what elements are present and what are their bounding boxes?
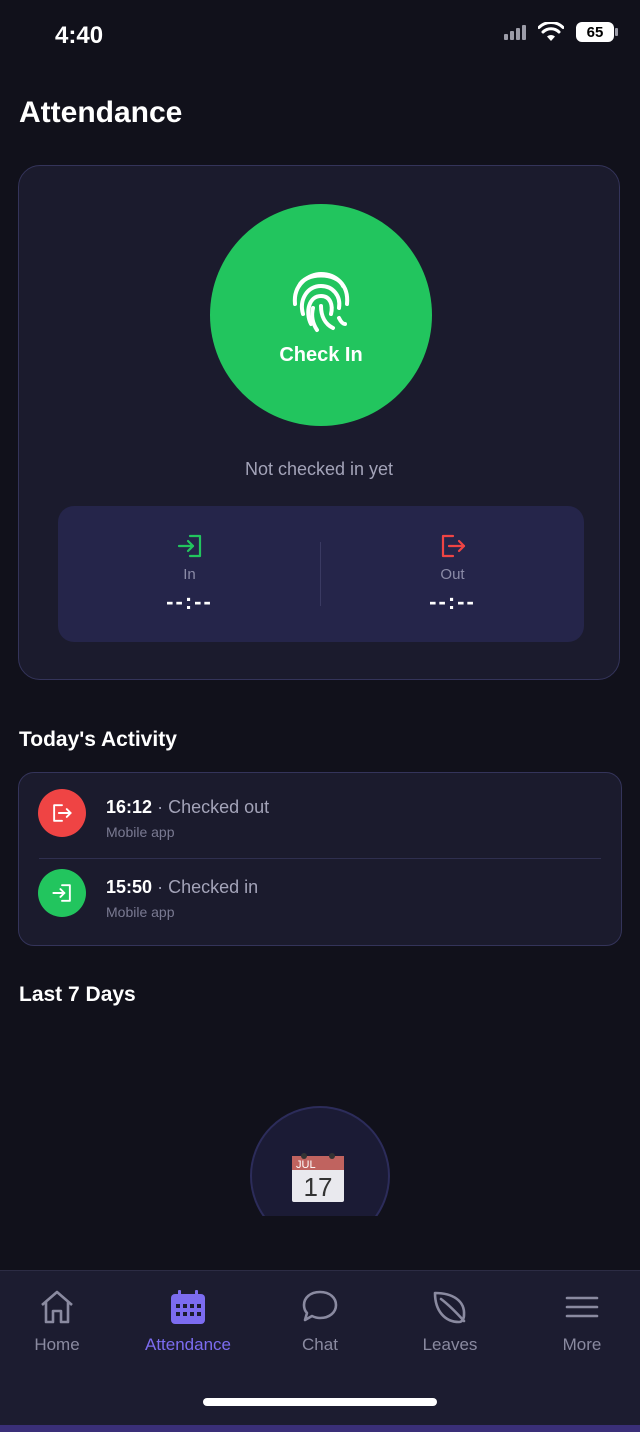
activity-source: Mobile app <box>106 824 175 840</box>
leaf-icon <box>433 1291 466 1324</box>
activity-separator: · <box>157 797 164 817</box>
logout-icon <box>38 789 86 837</box>
tab-home[interactable]: Home <box>0 1289 121 1355</box>
check-in-time-value: --:-- <box>166 589 213 614</box>
tab-chat[interactable]: Chat <box>256 1289 384 1355</box>
tab-attendance[interactable]: Attendance <box>124 1289 252 1355</box>
check-in-button[interactable]: Check In <box>210 204 432 426</box>
tab-more[interactable]: More <box>518 1289 640 1355</box>
activity-time: 15:50 <box>106 877 153 897</box>
home-indicator[interactable] <box>203 1398 437 1406</box>
app-screen: 4:40 65 Attendance Check In Not checked … <box>0 0 640 1432</box>
tab-chat-label: Chat <box>302 1335 338 1354</box>
activity-card: 16:12 · Checked out Mobile app 15:50 · C… <box>18 772 622 946</box>
signal-icon <box>504 24 526 40</box>
tab-more-label: More <box>562 1335 602 1354</box>
fingerprint-icon <box>292 271 350 332</box>
status-icons: 65 <box>504 22 618 42</box>
tab-leaves[interactable]: Leaves <box>386 1289 514 1355</box>
check-times-panel: In --:-- Out --:-- <box>58 506 584 642</box>
activity-text: 16:12 · Checked out <box>106 797 269 818</box>
loading-indicator: JUL 17 <box>250 1106 390 1216</box>
page-title: Attendance <box>19 96 183 129</box>
calendar-day: 17 <box>304 1172 333 1202</box>
activity-row: 16:12 · Checked out Mobile app <box>19 773 621 853</box>
check-out-time: Out --:-- <box>321 534 584 615</box>
wifi-icon <box>538 22 564 41</box>
activity-status: Checked in <box>168 877 259 897</box>
last-7-days-title: Last 7 Days <box>19 983 136 1006</box>
logout-icon <box>441 534 465 558</box>
activity-section-title: Today's Activity <box>19 728 177 751</box>
activity-separator: · <box>157 877 164 897</box>
calendar-month: JUL <box>296 1159 316 1171</box>
check-in-time: In --:-- <box>58 534 321 615</box>
activity-time: 16:12 <box>106 797 153 817</box>
check-in-time-label: In <box>183 566 196 583</box>
home-icon <box>41 1290 73 1324</box>
tab-home-label: Home <box>34 1335 80 1354</box>
tab-attendance-label: Attendance <box>144 1335 231 1354</box>
tab-leaves-label: Leaves <box>422 1335 478 1354</box>
check-out-time-label: Out <box>440 566 465 583</box>
activity-row: 15:50 · Checked in Mobile app <box>19 853 621 933</box>
login-icon <box>177 534 201 558</box>
checkin-status-text: Not checked in yet <box>244 459 394 479</box>
activity-source: Mobile app <box>106 904 175 920</box>
menu-icon <box>565 1296 599 1318</box>
login-icon <box>38 869 86 917</box>
activity-text: 15:50 · Checked in <box>106 877 258 898</box>
chat-bubble-icon <box>302 1290 338 1322</box>
check-in-label: Check In <box>279 343 363 366</box>
status-time: 4:40 <box>55 22 104 49</box>
calendar-icon <box>171 1290 205 1324</box>
checkin-card: Check In Not checked in yet In --:-- Out… <box>18 165 620 680</box>
activity-status: Checked out <box>168 797 270 817</box>
calendar-icon: JUL 17 <box>292 1153 344 1202</box>
battery-indicator: 65 <box>576 22 618 42</box>
check-out-time-value: --:-- <box>429 589 476 614</box>
